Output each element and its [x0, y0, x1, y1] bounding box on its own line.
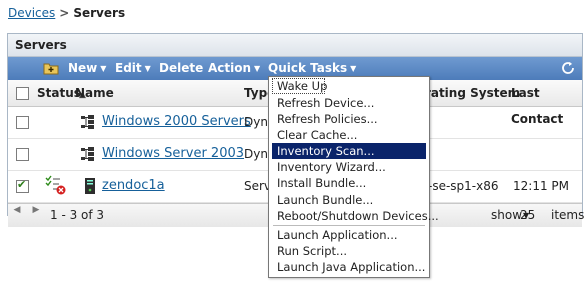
chevron-down-icon: ▼ — [144, 64, 151, 73]
action-label: Action — [208, 61, 252, 75]
menu-item-clear-cache[interactable]: Clear Cache... — [269, 127, 429, 143]
breadcrumb: Devices > Servers — [8, 6, 125, 20]
group-icon — [81, 147, 94, 161]
new-menu-button[interactable]: New ▼ — [68, 57, 106, 81]
chevron-down-icon: ▼ — [350, 64, 357, 73]
breadcrumb-current: Servers — [73, 6, 126, 20]
menu-item-launch-bundle[interactable]: Launch Bundle... — [269, 192, 429, 208]
menu-item-refresh-policies[interactable]: Refresh Policies... — [269, 111, 429, 127]
menu-item-refresh-device[interactable]: Refresh Device... — [269, 95, 429, 111]
next-page-icon[interactable]: ▶ — [30, 204, 42, 216]
row-checkbox[interactable] — [16, 148, 29, 161]
status-warning-icon — [45, 175, 66, 195]
row-checkbox[interactable] — [16, 178, 29, 193]
quick-tasks-dropdown: Wake Up Refresh Device... Refresh Polici… — [268, 76, 439, 278]
refresh-icon[interactable] — [560, 60, 576, 76]
row-name-link[interactable]: Windows 2000 Servers — [102, 114, 251, 129]
pager-show-label: show — [491, 208, 523, 222]
row-checkbox[interactable] — [16, 116, 29, 129]
edit-label: Edit — [115, 61, 142, 75]
menu-item-wake-up[interactable]: Wake Up — [272, 78, 327, 94]
quick-tasks-label: Quick Tasks — [268, 61, 348, 75]
delete-button[interactable]: Delete — [159, 57, 203, 80]
chevron-down-icon: ▼ — [254, 64, 261, 73]
breadcrumb-separator: > — [59, 6, 70, 20]
action-menu-button[interactable]: Action ▼ — [208, 57, 260, 81]
select-all-checkbox[interactable] — [16, 87, 29, 100]
pager-range: 1 - 3 of 3 — [50, 208, 105, 222]
menu-item-reboot-shutdown[interactable]: Reboot/Shutdown Devices... — [269, 208, 439, 224]
menu-item-install-bundle[interactable]: Install Bundle... — [269, 175, 429, 191]
pager-items-label: items — [551, 208, 585, 222]
server-icon — [85, 178, 95, 194]
menu-item-inventory-scan[interactable]: Inventory Scan... — [272, 143, 426, 160]
row-name-link[interactable]: Windows Server 2003 — [102, 146, 244, 161]
previous-page-icon[interactable]: ◀ — [11, 204, 23, 216]
menu-item-launch-java-application[interactable]: Launch Java Application... — [269, 259, 429, 275]
column-name-label: Name — [75, 86, 114, 100]
new-label: New — [68, 61, 98, 75]
row-last-contact: 12:11 PM — [513, 179, 569, 193]
row-operating-system: -se-sp1-x86 — [428, 179, 499, 193]
new-folder-icon[interactable] — [43, 61, 59, 75]
breadcrumb-devices-link[interactable]: Devices — [8, 6, 55, 20]
panel-title: Servers — [8, 34, 582, 57]
menu-separator — [273, 224, 425, 226]
chevron-down-icon: ▼ — [523, 211, 530, 220]
row-type: Serv — [244, 179, 272, 193]
menu-item-run-script[interactable]: Run Script... — [269, 243, 429, 259]
row-name-link[interactable]: zendoc1a — [102, 178, 165, 193]
column-name[interactable]: Name ▲ — [75, 80, 114, 108]
group-icon — [81, 115, 94, 129]
menu-item-launch-application[interactable]: Launch Application... — [269, 227, 429, 243]
chevron-down-icon: ▼ — [100, 64, 107, 73]
menu-item-inventory-wizard[interactable]: Inventory Wizard... — [269, 159, 429, 175]
edit-menu-button[interactable]: Edit ▼ — [115, 57, 151, 81]
